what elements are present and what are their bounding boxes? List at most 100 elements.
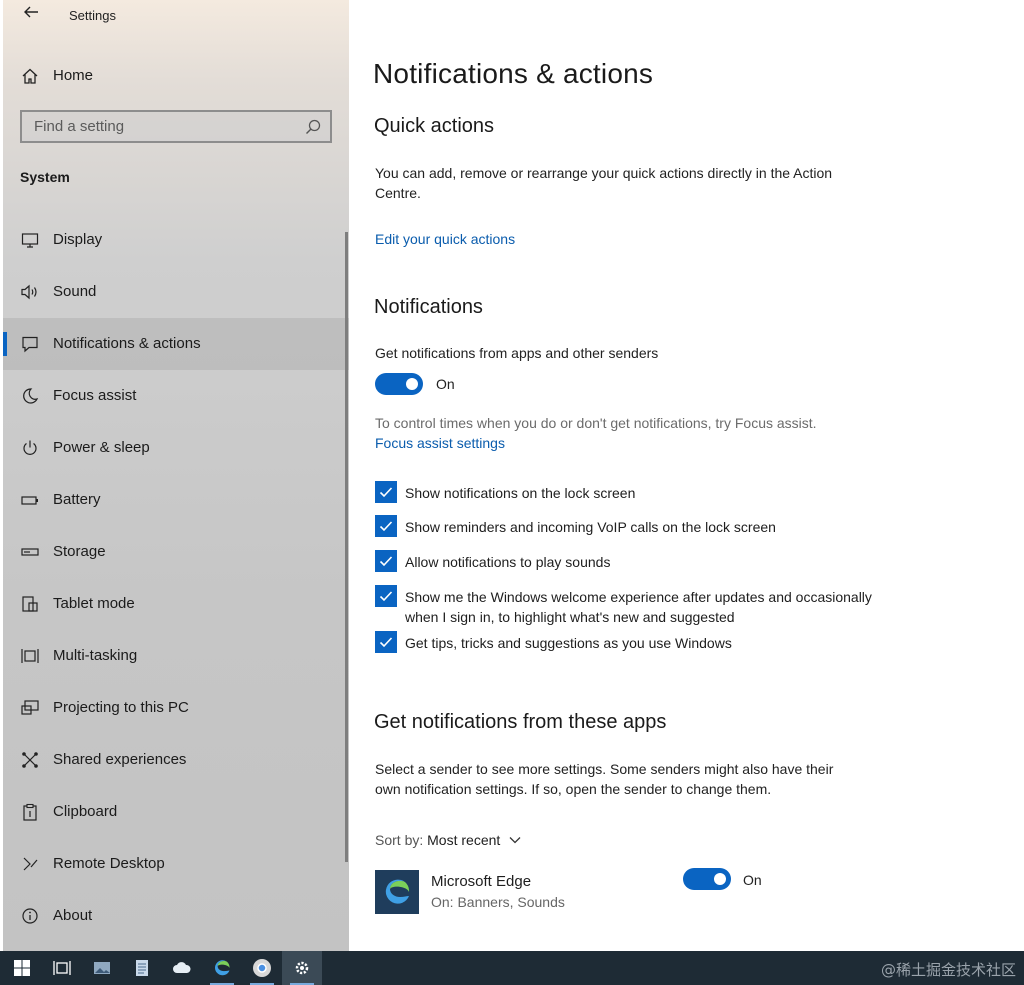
app-detail: On: Banners, Sounds: [431, 894, 565, 910]
taskbar: @稀土掘金技术社区: [0, 951, 1024, 985]
notifications-toggle-label: Get notifications from apps and other se…: [375, 345, 659, 361]
sidebar: Settings Home System Display Sound Notif…: [3, 0, 349, 951]
checkmark-icon: [379, 591, 393, 602]
taskbar-app-settings[interactable]: [282, 951, 322, 985]
sidebar-item-about[interactable]: About: [3, 890, 349, 942]
window-title: Settings: [69, 8, 116, 23]
checkbox-label: Show reminders and incoming VoIP calls o…: [405, 519, 776, 535]
home-icon: [19, 65, 41, 87]
taskbar-app-weather[interactable]: [162, 951, 202, 985]
checkbox-tips-tricks[interactable]: Get tips, tricks and suggestions as you …: [375, 631, 895, 655]
clipboard-icon: [19, 801, 41, 823]
watermark: @稀土掘金技术社区: [880, 961, 1016, 979]
title-bar: Settings: [3, 0, 349, 32]
photos-icon: [94, 962, 110, 974]
checkbox[interactable]: [375, 481, 397, 503]
checkbox-reminders-voip[interactable]: Show reminders and incoming VoIP calls o…: [375, 515, 895, 539]
sidebar-item-notifications-actions[interactable]: Notifications & actions: [3, 318, 349, 370]
sidebar-item-label: Tablet mode: [53, 595, 135, 612]
apps-description: Select a sender to see more settings. So…: [375, 761, 834, 797]
remote-desktop-icon: [19, 853, 41, 875]
search-box: [20, 110, 332, 143]
checkbox[interactable]: [375, 550, 397, 572]
sidebar-item-projecting[interactable]: Projecting to this PC: [3, 682, 349, 734]
toggle-knob: [714, 873, 726, 885]
checkbox-label: Get tips, tricks and suggestions as you …: [405, 635, 732, 651]
sidebar-item-label: Battery: [53, 491, 101, 508]
sidebar-item-label: About: [53, 907, 93, 924]
cloud-icon: [173, 962, 191, 973]
sidebar-item-label: Power & sleep: [53, 439, 150, 456]
sidebar-item-label: Multi-tasking: [53, 647, 138, 664]
projecting-icon: [19, 697, 41, 719]
app-row-microsoft-edge[interactable]: Microsoft Edge On: Banners, Sounds On: [375, 868, 995, 916]
taskbar-app-notepad[interactable]: [122, 951, 162, 985]
sidebar-item-label: Sound: [53, 283, 97, 300]
sort-dropdown[interactable]: Sort by: Most recent: [375, 832, 522, 848]
taskbar-app-chrome[interactable]: [242, 951, 282, 985]
speaker-icon: [19, 281, 41, 303]
quick-actions-heading: Quick actions: [374, 115, 495, 137]
sidebar-item-battery[interactable]: Battery: [3, 474, 349, 526]
sidebar-item-shared-experiences[interactable]: Shared experiences: [3, 734, 349, 786]
checkmark-icon: [379, 521, 393, 532]
sidebar-item-storage[interactable]: Storage: [3, 526, 349, 578]
taskbar-app-photos[interactable]: [82, 951, 122, 985]
edit-quick-actions-link[interactable]: Edit your quick actions: [375, 231, 515, 247]
sidebar-item-sound[interactable]: Sound: [3, 266, 349, 318]
sidebar-item-label: Shared experiences: [53, 751, 187, 768]
notepad-icon: [136, 960, 148, 976]
app-toggle-microsoft-edge[interactable]: [683, 868, 731, 890]
taskbar-app-edge[interactable]: [202, 951, 242, 985]
back-arrow-icon: [24, 6, 38, 18]
sidebar-item-power-sleep[interactable]: Power & sleep: [3, 422, 349, 474]
task-view-icon: [53, 961, 71, 975]
moon-icon: [19, 385, 41, 407]
notifications-toggle-state: On: [436, 376, 455, 392]
main-content: Notifications & actions Quick actions Yo…: [349, 0, 1024, 951]
checkbox[interactable]: [375, 515, 397, 537]
sidebar-scrollbar[interactable]: [345, 232, 348, 862]
edge-icon: [375, 870, 419, 914]
back-button[interactable]: [19, 4, 43, 26]
sidebar-item-label: Display: [53, 231, 103, 248]
edge-icon: [215, 960, 230, 976]
windows-logo-icon: [14, 960, 30, 976]
checkmark-icon: [379, 487, 393, 498]
sidebar-item-home[interactable]: Home: [3, 58, 349, 94]
sidebar-item-focus-assist[interactable]: Focus assist: [3, 370, 349, 422]
checkbox[interactable]: [375, 585, 397, 607]
sidebar-item-label: Projecting to this PC: [53, 699, 189, 716]
checkbox-play-sounds[interactable]: Allow notifications to play sounds: [375, 550, 895, 574]
focus-assist-hint: To control times when you do or don't ge…: [375, 415, 817, 431]
notifications-heading: Notifications: [374, 296, 483, 318]
tablet-icon: [19, 593, 41, 615]
start-button[interactable]: [2, 951, 42, 985]
sidebar-item-display[interactable]: Display: [3, 214, 349, 266]
sidebar-item-clipboard[interactable]: Clipboard: [3, 786, 349, 838]
checkbox-lock-screen-notifications[interactable]: Show notifications on the lock screen: [375, 481, 895, 505]
sidebar-item-remote-desktop[interactable]: Remote Desktop: [3, 838, 349, 890]
checkbox[interactable]: [375, 631, 397, 653]
info-icon: [19, 905, 41, 927]
sidebar-item-label: Notifications & actions: [53, 335, 201, 352]
sort-value: Most recent: [427, 832, 501, 848]
notifications-toggle[interactable]: [375, 373, 423, 395]
app-name: Microsoft Edge: [431, 873, 532, 890]
sidebar-item-tablet-mode[interactable]: Tablet mode: [3, 578, 349, 630]
task-view-button[interactable]: [42, 951, 82, 985]
storage-icon: [19, 541, 41, 563]
search-icon[interactable]: [304, 118, 322, 136]
checkbox-welcome-experience[interactable]: Show me the Windows welcome experience a…: [375, 585, 895, 629]
toggle-knob: [406, 378, 418, 390]
sidebar-item-label: Clipboard: [53, 803, 118, 820]
sidebar-item-multi-tasking[interactable]: Multi-tasking: [3, 630, 349, 682]
gear-icon: [295, 961, 309, 975]
search-input[interactable]: [22, 112, 292, 141]
focus-assist-settings-link[interactable]: Focus assist settings: [375, 435, 505, 451]
battery-icon: [19, 489, 41, 511]
multitasking-icon: [19, 645, 41, 667]
sort-label: Sort by:: [375, 832, 424, 848]
app-toggle-state: On: [743, 872, 762, 888]
sidebar-nav: Display Sound Notifications & actions Fo…: [3, 214, 349, 942]
